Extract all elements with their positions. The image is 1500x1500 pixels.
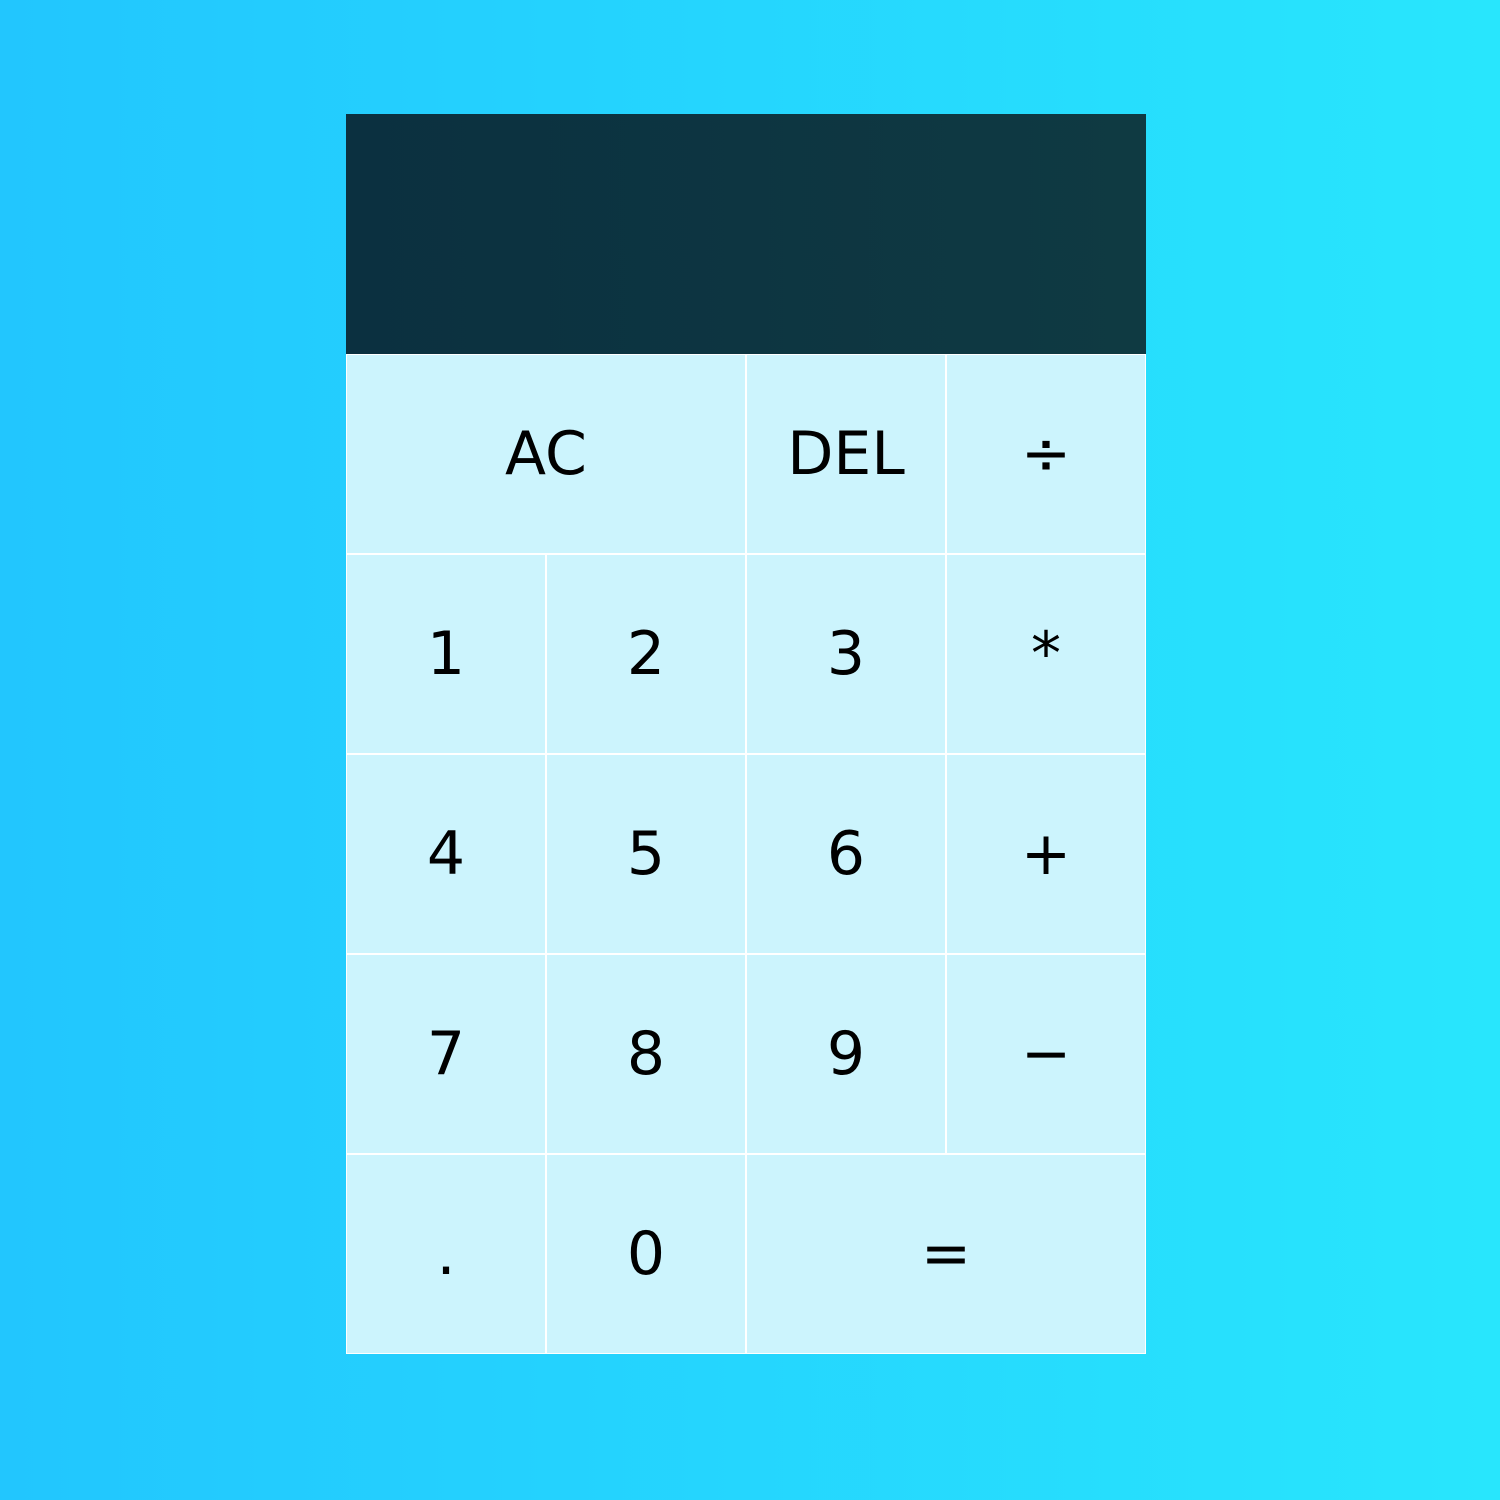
digit-8-button[interactable]: 8 xyxy=(546,954,746,1154)
delete-button[interactable]: DEL xyxy=(746,354,946,554)
digit-4-button[interactable]: 4 xyxy=(346,754,546,954)
divide-button[interactable]: ÷ xyxy=(946,354,1146,554)
multiply-button[interactable]: * xyxy=(946,554,1146,754)
digit-1-button[interactable]: 1 xyxy=(346,554,546,754)
calculator: AC DEL ÷ 1 2 3 * 4 5 6 + 7 8 9 − . 0 = xyxy=(346,114,1146,1354)
all-clear-button[interactable]: AC xyxy=(346,354,746,554)
decimal-point-button[interactable]: . xyxy=(346,1154,546,1354)
digit-0-button[interactable]: 0 xyxy=(546,1154,746,1354)
digit-3-button[interactable]: 3 xyxy=(746,554,946,754)
digit-9-button[interactable]: 9 xyxy=(746,954,946,1154)
digit-6-button[interactable]: 6 xyxy=(746,754,946,954)
add-button[interactable]: + xyxy=(946,754,1146,954)
equals-button[interactable]: = xyxy=(746,1154,1146,1354)
subtract-button[interactable]: − xyxy=(946,954,1146,1154)
digit-7-button[interactable]: 7 xyxy=(346,954,546,1154)
digit-2-button[interactable]: 2 xyxy=(546,554,746,754)
digit-5-button[interactable]: 5 xyxy=(546,754,746,954)
calculator-display xyxy=(346,114,1146,354)
